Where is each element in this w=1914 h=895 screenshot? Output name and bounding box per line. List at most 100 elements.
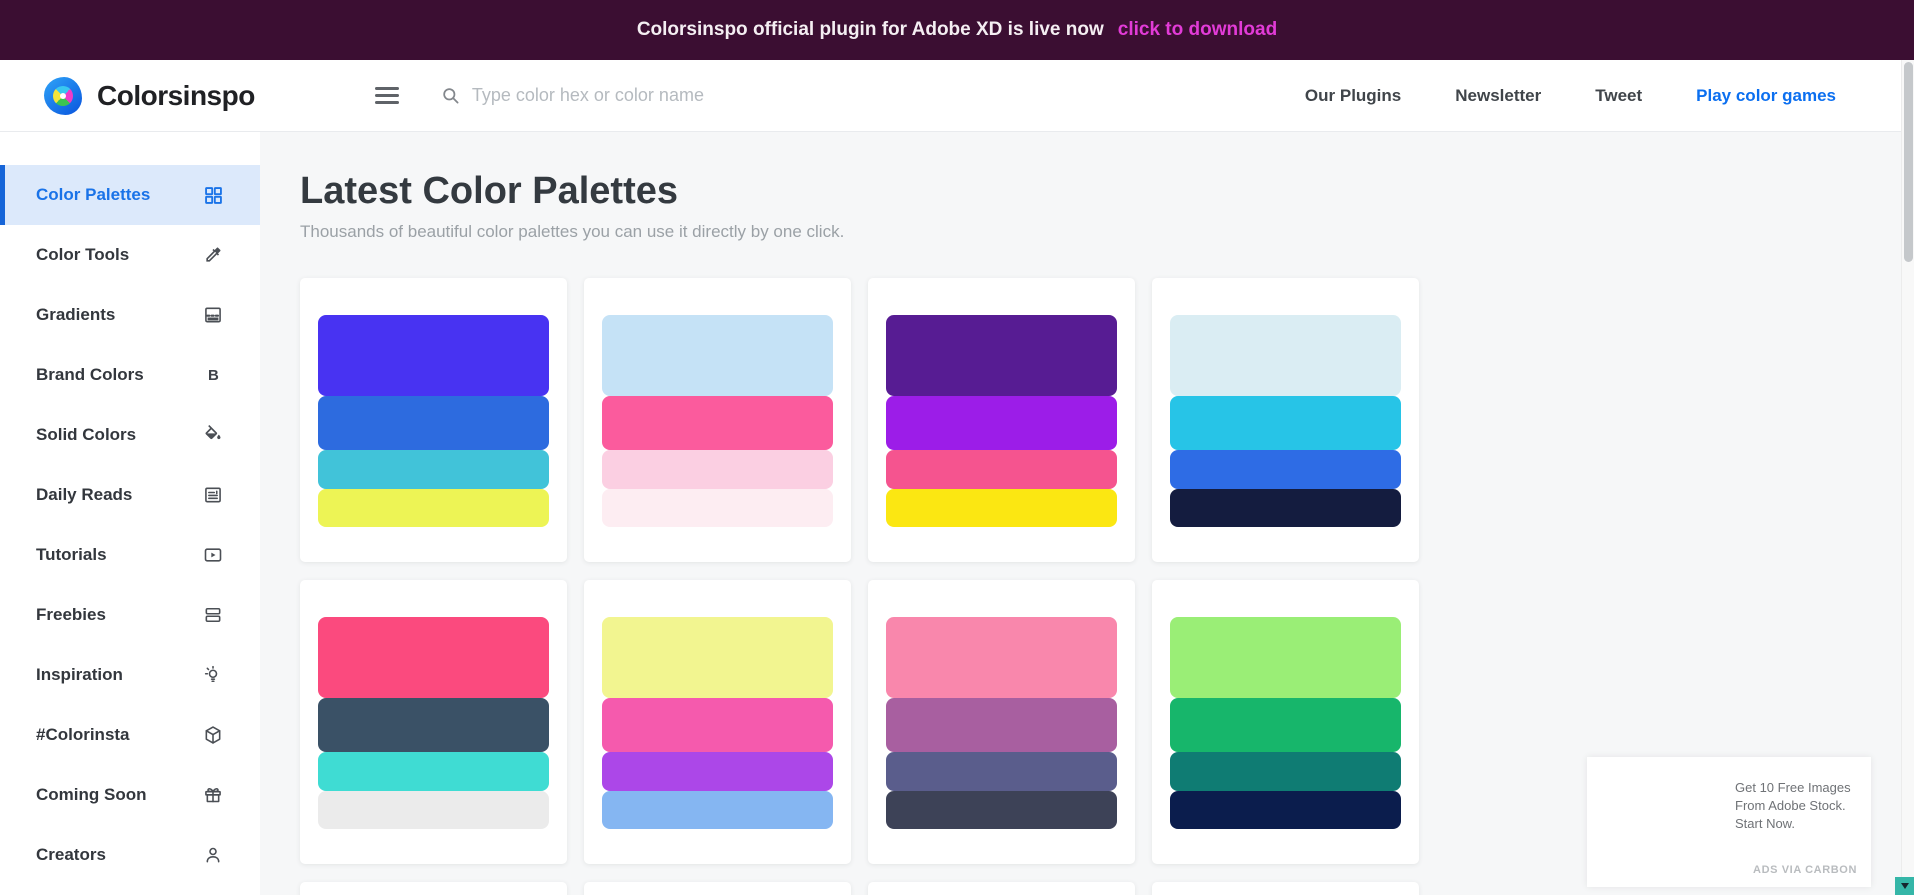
sidebar-item-label: Solid Colors xyxy=(36,425,202,445)
sidebar-item-label: Color Palettes xyxy=(36,185,202,205)
color-swatch[interactable] xyxy=(1170,752,1401,791)
color-swatch[interactable] xyxy=(886,791,1117,829)
sidebar-item-coming-soon[interactable]: Coming Soon xyxy=(0,765,260,825)
color-swatch[interactable] xyxy=(886,396,1117,450)
video-icon xyxy=(202,544,224,566)
palette-card xyxy=(300,278,567,562)
color-swatch[interactable] xyxy=(886,752,1117,791)
scrollbar-track xyxy=(1901,60,1914,877)
palette-card-partial xyxy=(300,882,567,895)
palette-card xyxy=(1152,580,1419,864)
brand-b-icon: B xyxy=(202,364,224,386)
color-swatch[interactable] xyxy=(318,450,549,489)
nav-item-play-color-games[interactable]: Play color games xyxy=(1696,86,1836,106)
color-swatch[interactable] xyxy=(1170,489,1401,527)
sidebar-item-freebies[interactable]: Freebies xyxy=(0,585,260,645)
palette-card-partial xyxy=(584,882,851,895)
color-swatch[interactable] xyxy=(602,791,833,829)
color-swatch[interactable] xyxy=(318,315,549,396)
sidebar-item-brand-colors[interactable]: Brand ColorsB xyxy=(0,345,260,405)
logo[interactable]: Colorsinspo xyxy=(44,77,255,115)
color-swatch[interactable] xyxy=(318,698,549,752)
palette-card xyxy=(868,278,1135,562)
color-swatch[interactable] xyxy=(1170,315,1401,396)
palette-card xyxy=(584,278,851,562)
stack-icon xyxy=(202,604,224,626)
scrollbar-thumb[interactable] xyxy=(1904,62,1913,262)
color-swatch[interactable] xyxy=(602,396,833,450)
color-swatch[interactable] xyxy=(602,450,833,489)
sidebar-item-inspiration[interactable]: Inspiration xyxy=(0,645,260,705)
color-swatch[interactable] xyxy=(886,617,1117,698)
sidebar-item-label: Freebies xyxy=(36,605,202,625)
sidebar-item-creators[interactable]: Creators xyxy=(0,825,260,885)
dropdown-arrow-icon[interactable] xyxy=(1895,877,1914,895)
color-swatch[interactable] xyxy=(1170,698,1401,752)
search-icon xyxy=(441,86,460,105)
color-swatch[interactable] xyxy=(318,752,549,791)
sidebar-item-label: Daily Reads xyxy=(36,485,202,505)
page-subtitle: Thousands of beautiful color palettes yo… xyxy=(300,222,1914,242)
sidebar-item-label: Inspiration xyxy=(36,665,202,685)
search-input[interactable] xyxy=(472,85,902,106)
eyedropper-icon xyxy=(202,244,224,266)
page-title: Latest Color Palettes xyxy=(300,170,1914,213)
color-swatch[interactable] xyxy=(602,617,833,698)
gift-icon xyxy=(202,784,224,806)
color-swatch[interactable] xyxy=(602,698,833,752)
logo-text: Colorsinspo xyxy=(97,80,255,112)
color-swatch[interactable] xyxy=(318,489,549,527)
search-area xyxy=(441,85,902,106)
sidebar-item-label: Gradients xyxy=(36,305,202,325)
sidebar-item-tutorials[interactable]: Tutorials xyxy=(0,525,260,585)
sidebar-item-solid-colors[interactable]: Solid Colors xyxy=(0,405,260,465)
nav-item-our-plugins[interactable]: Our Plugins xyxy=(1305,86,1401,106)
color-swatch[interactable] xyxy=(886,698,1117,752)
sidebar: Color Palettes Color Tools Gradients Brand … xyxy=(0,132,260,895)
palette-card-partial xyxy=(1152,882,1419,895)
color-swatch[interactable] xyxy=(318,396,549,450)
paint-bucket-icon xyxy=(202,424,224,446)
nav-item-newsletter[interactable]: Newsletter xyxy=(1455,86,1541,106)
promo-banner: Colorsinspo official plugin for Adobe XD… xyxy=(0,0,1914,60)
idea-icon xyxy=(202,664,224,686)
color-swatch[interactable] xyxy=(1170,396,1401,450)
cube-icon xyxy=(202,724,224,746)
person-icon xyxy=(202,844,224,866)
sidebar-item-label: Coming Soon xyxy=(36,785,202,805)
ad-line[interactable]: Start Now. xyxy=(1735,815,1851,833)
article-icon xyxy=(202,484,224,506)
ad-line[interactable]: Get 10 Free Images xyxy=(1735,779,1851,797)
sidebar-item-label: Tutorials xyxy=(36,545,202,565)
color-swatch[interactable] xyxy=(318,617,549,698)
nav-item-tweet[interactable]: Tweet xyxy=(1595,86,1642,106)
carbon-ad[interactable]: Get 10 Free Images From Adobe Stock. Sta… xyxy=(1587,757,1871,887)
palette-card xyxy=(1152,278,1419,562)
palette-card xyxy=(868,580,1135,864)
sidebar-item-label: #Colorinsta xyxy=(36,725,202,745)
color-swatch[interactable] xyxy=(602,752,833,791)
color-swatch[interactable] xyxy=(1170,617,1401,698)
color-swatch[interactable] xyxy=(886,315,1117,396)
menu-icon[interactable] xyxy=(375,83,399,108)
ad-attribution[interactable]: ADS VIA CARBON xyxy=(1753,864,1857,876)
sidebar-item-gradients[interactable]: Gradients xyxy=(0,285,260,345)
header: Colorsinspo Our Plugins Newsletter Tweet Pl… xyxy=(0,60,1914,132)
sidebar-item-label: Creators xyxy=(36,845,202,865)
promo-download-link[interactable]: click to download xyxy=(1118,19,1277,41)
sidebar-item-color-palettes[interactable]: Color Palettes xyxy=(0,165,260,225)
color-swatch[interactable] xyxy=(318,791,549,829)
sidebar-item-colorinsta[interactable]: #Colorinsta xyxy=(0,705,260,765)
sidebar-item-color-tools[interactable]: Color Tools xyxy=(0,225,260,285)
color-swatch[interactable] xyxy=(602,489,833,527)
color-swatch[interactable] xyxy=(886,450,1117,489)
svg-text:B: B xyxy=(208,367,219,384)
ad-line[interactable]: From Adobe Stock. xyxy=(1735,797,1851,815)
promo-banner-text: Colorsinspo official plugin for Adobe XD… xyxy=(637,19,1104,41)
color-swatch[interactable] xyxy=(602,315,833,396)
color-wheel-logo-icon xyxy=(44,77,82,115)
color-swatch[interactable] xyxy=(886,489,1117,527)
sidebar-item-daily-reads[interactable]: Daily Reads xyxy=(0,465,260,525)
color-swatch[interactable] xyxy=(1170,450,1401,489)
color-swatch[interactable] xyxy=(1170,791,1401,829)
